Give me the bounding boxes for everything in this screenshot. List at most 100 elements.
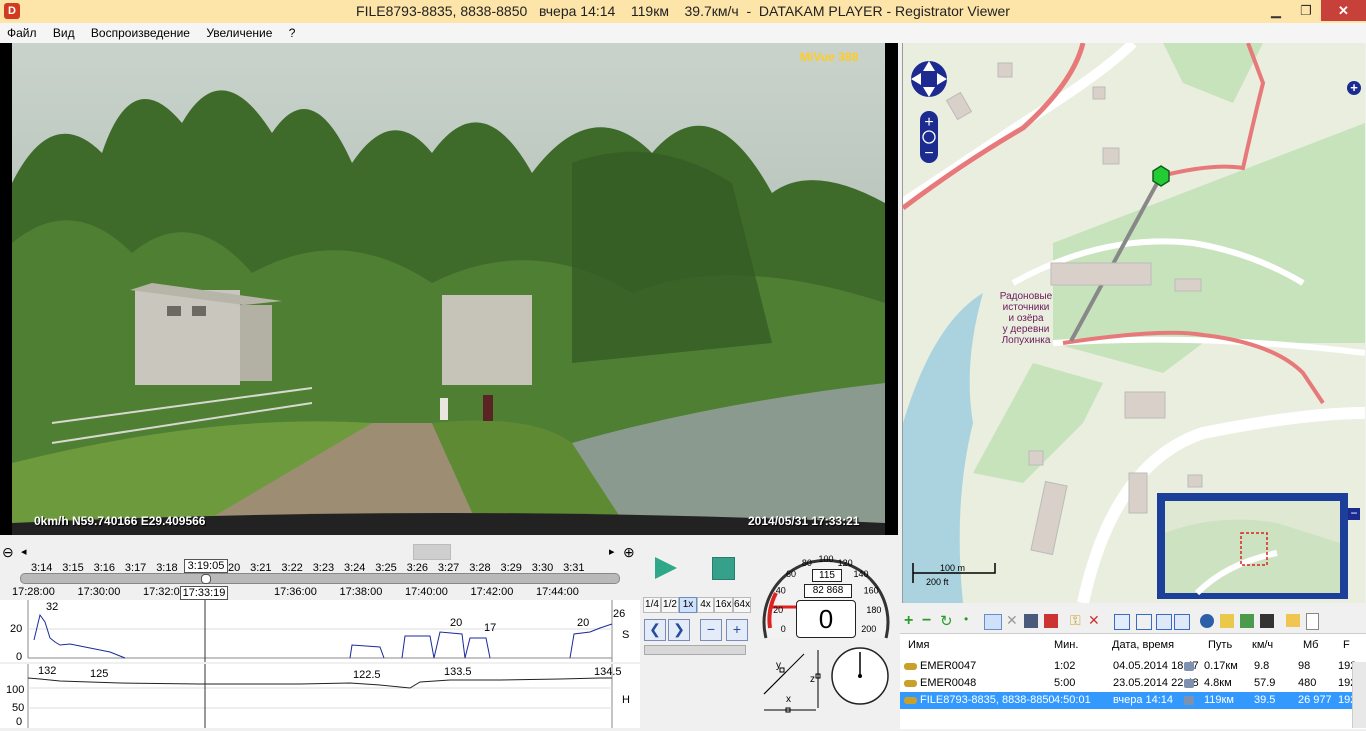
file-cell-kmh: 9.8 <box>1254 660 1270 672</box>
axis-y-label: y <box>776 660 781 671</box>
timeline-scroll-right[interactable]: ▸ <box>609 545 615 558</box>
refresh-icon[interactable]: ↻ <box>940 612 953 630</box>
clock-tick: 17:30:00 <box>77 586 121 598</box>
close-button[interactable]: ✕ <box>1321 0 1366 21</box>
speedometer-tick: 40 <box>776 586 786 596</box>
zoom-in-video-button[interactable]: + <box>726 619 748 641</box>
speed-peak-label: 20 <box>577 617 590 629</box>
menu-help[interactable]: ? <box>282 23 302 41</box>
restore-button[interactable]: ❐ <box>1291 0 1321 21</box>
menu-zoom[interactable]: Увеличение <box>199 23 278 41</box>
speed-1-4-button[interactable]: 1/4 <box>643 597 661 613</box>
col-path[interactable]: Путь <box>1208 637 1232 654</box>
track-icon <box>1184 679 1194 688</box>
col-mb[interactable]: Мб <box>1303 637 1318 654</box>
track-icon <box>1184 662 1194 671</box>
menu-file[interactable]: Файл <box>0 23 43 41</box>
track-icon <box>1184 696 1194 705</box>
clock-ticks: 17:28:00 17:30:00 17:32:00 17:36:00 17:38:00… <box>0 586 640 598</box>
height-graph[interactable]: 100 50 0 H 132 125 122.5 133.5 134.5 <box>0 664 640 728</box>
col-date[interactable]: Дата, время <box>1112 637 1174 654</box>
camera-file-icon <box>904 663 917 670</box>
export-icon[interactable] <box>1240 614 1254 628</box>
current-minute-marker: 3:19:05 <box>184 559 228 573</box>
odometer: 82 868 <box>804 584 852 598</box>
frame-icon[interactable] <box>1114 614 1130 630</box>
minimize-button[interactable]: ▁ <box>1261 0 1291 21</box>
col-min[interactable]: Мин. <box>1054 637 1078 654</box>
speedometer-tick: 180 <box>866 605 881 615</box>
speed-16x-button[interactable]: 16x <box>714 597 733 613</box>
file-row[interactable]: EMER0047 1:02 04.05.2014 18:47 0.17км 9.8 98 1… <box>900 658 1366 675</box>
stop-button[interactable] <box>712 557 735 580</box>
file-cell-mb: 26 977 <box>1298 694 1332 706</box>
axis-x-label: x <box>786 694 791 705</box>
menu-playback[interactable]: Воспроизведение <box>84 23 196 41</box>
chart-icon[interactable] <box>1220 614 1234 628</box>
map-layers-button[interactable]: + <box>1347 81 1361 95</box>
col-name[interactable]: Имя <box>908 637 929 654</box>
prev-frame-button[interactable]: ❮ <box>644 619 666 641</box>
svg-text:−: − <box>924 145 933 162</box>
minimap-collapse-button[interactable]: − <box>1348 507 1360 520</box>
timeline-bar[interactable] <box>20 573 620 584</box>
speedometer-tick: 200 <box>861 624 876 634</box>
window-title: FILE8793-8835, 8838-8850 вчера 14:14 119… <box>356 3 1010 19</box>
speed-1x-button[interactable]: 1x <box>679 597 697 613</box>
film-icon[interactable] <box>1260 614 1274 628</box>
save-icon[interactable] <box>1024 614 1038 628</box>
timeline-zoom-out-icon[interactable]: ⊖ <box>2 544 14 561</box>
folder-icon[interactable] <box>1286 614 1300 627</box>
speed-4x-button[interactable]: 4x <box>697 597 714 613</box>
file-row[interactable]: EMER0048 5:00 23.05.2014 22:48 4.8км 57.9 480… <box>900 675 1366 692</box>
dot-icon[interactable]: • <box>964 612 968 626</box>
map-label-line: источники <box>1002 302 1050 313</box>
file-list-scrollbar[interactable] <box>1352 662 1366 728</box>
next-frame-button[interactable]: ❯ <box>668 619 690 641</box>
timeline-zoom-in-icon[interactable]: ⊕ <box>623 544 635 561</box>
menu-view[interactable]: Вид <box>46 23 81 41</box>
key-icon[interactable]: ⚿ <box>1070 612 1081 629</box>
timeline-knob[interactable] <box>201 574 212 584</box>
video-panel[interactable]: MiVue 388 <box>0 43 898 535</box>
remove-file-icon[interactable]: − <box>922 612 931 630</box>
record-icon[interactable] <box>1044 614 1058 628</box>
file-cell-path: 4.8км <box>1204 677 1232 689</box>
fullscreen-icon[interactable] <box>1136 614 1152 630</box>
timeline-scroll-thumb[interactable] <box>413 544 451 560</box>
add-file-icon[interactable]: + <box>904 612 913 630</box>
play-button[interactable] <box>655 557 677 579</box>
map-label-line: Лопухинка <box>1001 335 1051 346</box>
scale-feet: 200 ft <box>926 577 949 587</box>
speedometer-tick: 20 <box>773 605 783 615</box>
speed-peak-label: 17 <box>484 622 497 634</box>
speedometer-tick: 60 <box>786 569 796 579</box>
document-icon[interactable] <box>1306 613 1319 630</box>
col-f[interactable]: F <box>1343 637 1350 654</box>
clock-tick: 17:40:00 <box>405 586 448 598</box>
height-peak-label: 122.5 <box>353 669 381 681</box>
overview-minimap[interactable] <box>1157 493 1348 599</box>
clock-tick: 17:42:00 <box>470 586 514 598</box>
speed-64x-button[interactable]: 64x <box>733 597 751 613</box>
gps-overlay: 0km/h N59.740166 E29.409566 <box>34 514 206 528</box>
map-pan-control[interactable]: + − <box>911 53 947 163</box>
delete-key-icon[interactable]: ✕ <box>1088 612 1100 629</box>
layers-icon[interactable] <box>1156 614 1172 630</box>
map-label-line: у деревни <box>1002 324 1050 335</box>
col-kmh[interactable]: км/ч <box>1252 637 1273 654</box>
current-clock-marker: 17:33:19 <box>180 586 228 600</box>
file-row[interactable]: FILE8793-8835, 8838-8850 4:50:01 вчера 14:… <box>900 692 1366 709</box>
cut-icon[interactable]: ✕ <box>1006 612 1018 629</box>
speed-1-2-button[interactable]: 1/2 <box>661 597 679 613</box>
zoom-out-video-button[interactable]: − <box>700 619 722 641</box>
globe-icon[interactable] <box>1200 614 1214 628</box>
speed-peak-label: 20 <box>450 617 463 629</box>
height-peak-label: 134.5 <box>594 666 622 678</box>
scale-meters: 100 m <box>940 563 966 573</box>
layers2-icon[interactable] <box>1174 614 1190 630</box>
speed-graph[interactable]: 20 0 S 32 20 17 20 26 <box>0 600 640 663</box>
timeline-scroll-left[interactable]: ◂ <box>21 545 27 558</box>
volume-slider[interactable] <box>644 645 746 655</box>
copy-icon[interactable] <box>984 614 1002 630</box>
